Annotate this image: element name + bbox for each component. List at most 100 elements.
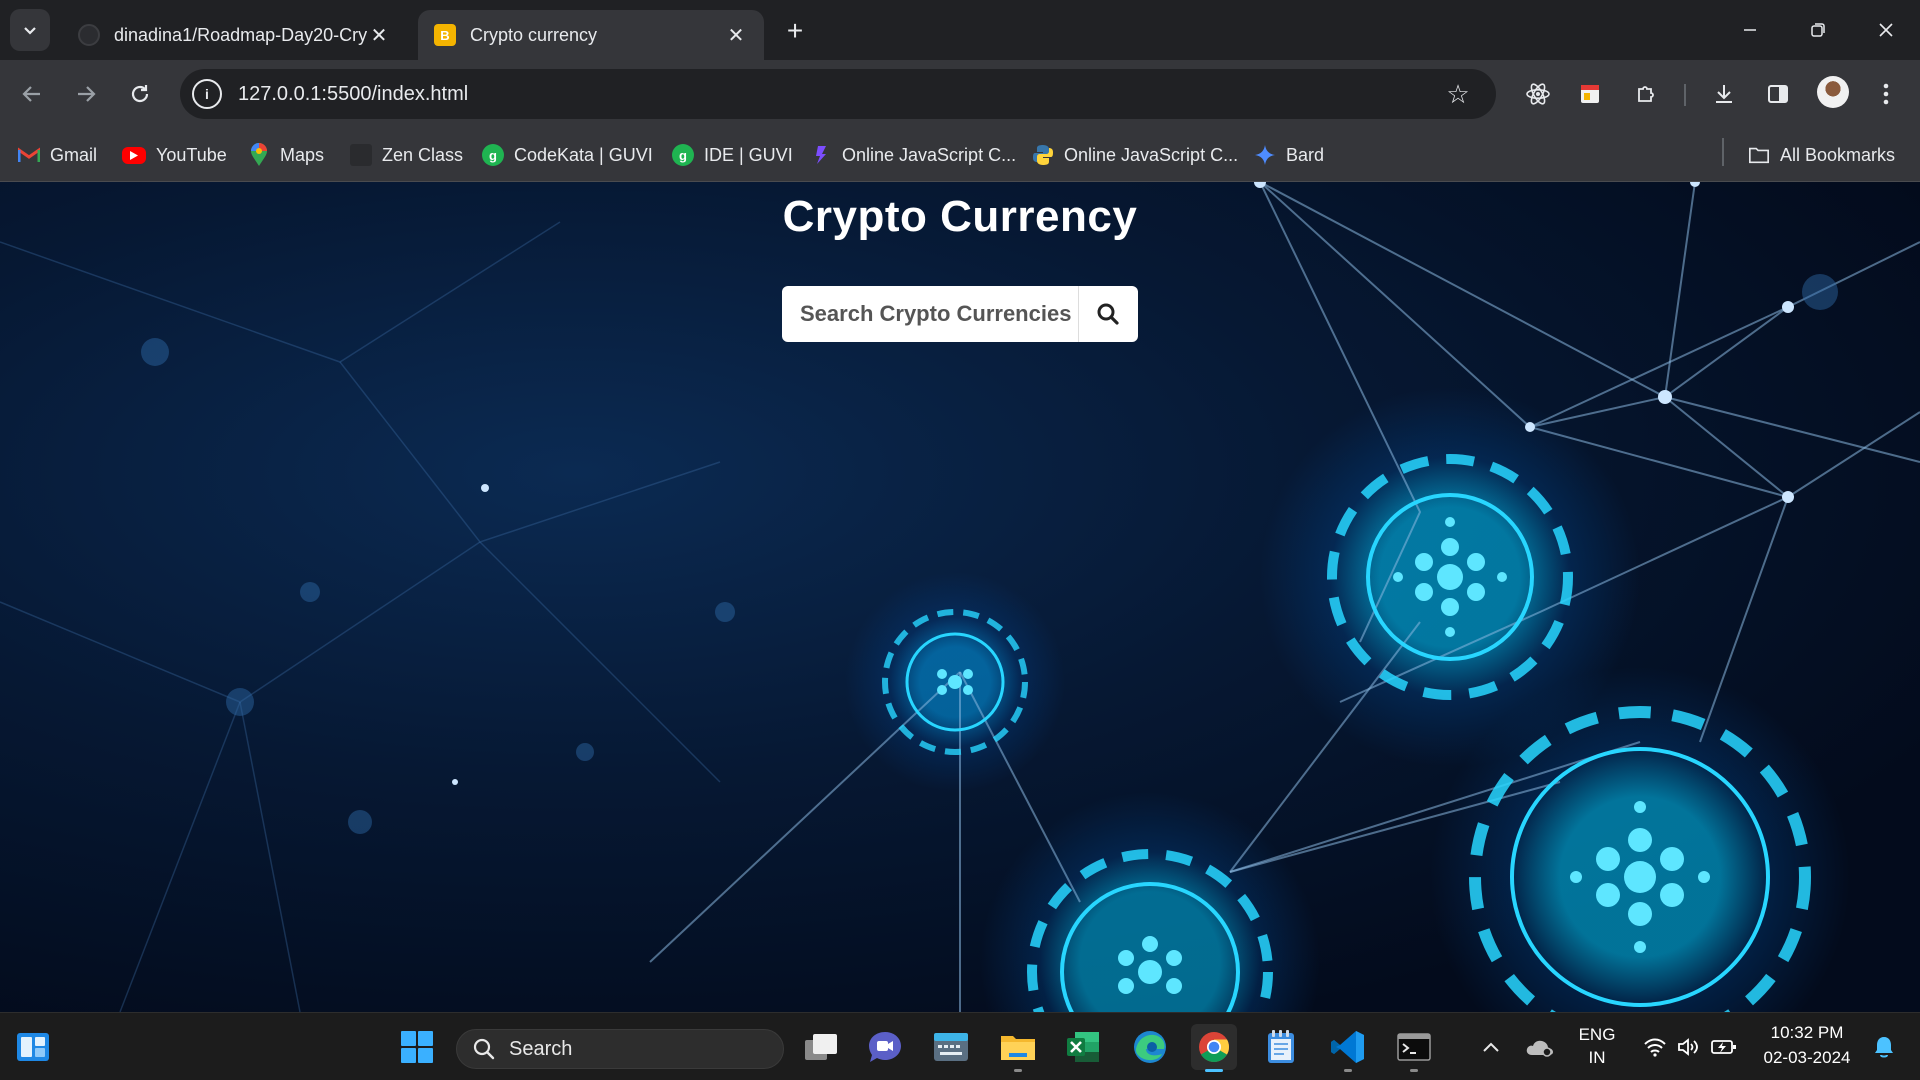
notepad-app[interactable] [1258, 1024, 1304, 1070]
bookmark-zen-class[interactable]: Zen Class [350, 141, 463, 169]
excel-app[interactable] [1060, 1024, 1106, 1070]
close-icon[interactable]: ✕ [724, 23, 748, 47]
bookmarks-divider [1722, 138, 1724, 166]
chevron-down-icon [24, 27, 36, 35]
task-view-icon [805, 1034, 837, 1060]
bookmarks-bar: Gmail YouTube Maps Zen Class g CodeKata … [0, 128, 1920, 182]
react-devtools-icon[interactable] [1518, 74, 1558, 114]
restore-button[interactable] [1784, 0, 1852, 60]
edge-icon [1134, 1031, 1166, 1063]
teams-chat-app[interactable] [862, 1024, 908, 1070]
running-indicator [1410, 1069, 1418, 1072]
minimize-icon [1744, 29, 1756, 31]
extension-icon[interactable] [1570, 74, 1610, 114]
chrome-app[interactable] [1191, 1024, 1237, 1072]
arrow-right-icon [78, 86, 96, 102]
widgets-button[interactable] [10, 1024, 56, 1070]
taskbar-search-box[interactable]: Search [456, 1029, 784, 1069]
terminal-icon [1397, 1033, 1431, 1061]
bookmark-label: Online JavaScript C... [1064, 144, 1239, 165]
bookmark-codekata-guvi[interactable]: g CodeKata | GUVI [482, 141, 653, 169]
onedrive-status-button[interactable] [1516, 1024, 1564, 1070]
widgets-icon [17, 1033, 49, 1061]
language-indicator[interactable]: ENG IN [1572, 1023, 1622, 1071]
close-icon[interactable]: ✕ [367, 23, 391, 47]
clock-time: 10:32 PM [1770, 1023, 1844, 1042]
guvi-icon: g [672, 144, 694, 166]
folder-icon [1748, 144, 1770, 166]
crypto-search-input[interactable] [782, 286, 1078, 342]
guvi-icon: g [482, 144, 504, 166]
teams-chat-icon [869, 1032, 901, 1062]
github-icon [78, 24, 100, 46]
search-icon [1097, 303, 1119, 325]
windows-taskbar: Search ENG IN 10:32 PM 02-03-2024 [0, 1012, 1920, 1080]
extensions-puzzle-icon[interactable] [1626, 74, 1666, 114]
language-code: ENG [1578, 1025, 1616, 1044]
close-window-button[interactable] [1852, 0, 1920, 60]
virtual-keyboard-app[interactable] [928, 1024, 974, 1070]
bookmark-label: Bard [1286, 144, 1325, 165]
bell-icon [1875, 1037, 1893, 1058]
windows-logo-icon [401, 1031, 433, 1063]
forward-button[interactable] [66, 74, 106, 114]
download-icon[interactable] [1704, 74, 1744, 114]
tab-search-button[interactable] [10, 9, 50, 51]
clock[interactable]: 10:32 PM 02-03-2024 [1752, 1021, 1862, 1073]
reload-icon [131, 85, 149, 103]
bookmark-gmail[interactable]: Gmail [18, 141, 97, 169]
bitcoin-icon: B [434, 24, 456, 46]
running-indicator [1344, 1069, 1352, 1072]
reload-button[interactable] [120, 74, 160, 114]
chrome-icon [1199, 1032, 1230, 1063]
bookmark-youtube[interactable]: YouTube [122, 141, 227, 169]
title-bar: dinadina1/Roadmap-Day20-Cry ✕ B Crypto c… [0, 0, 1920, 60]
keyboard-icon [934, 1033, 968, 1061]
bookmark-label: Online JavaScript C... [842, 144, 1017, 165]
task-view-button[interactable] [798, 1024, 844, 1070]
close-icon [1879, 23, 1893, 37]
bookmark-ide-guvi[interactable]: g IDE | GUVI [672, 141, 793, 169]
wifi-icon [1644, 1038, 1666, 1057]
tab-crypto-currency[interactable]: B Crypto currency ✕ [418, 10, 764, 60]
running-indicator [1205, 1069, 1223, 1072]
network-volume-battery[interactable] [1638, 1031, 1742, 1063]
notifications-button[interactable] [1862, 1024, 1906, 1070]
all-bookmarks-button[interactable]: All Bookmarks [1748, 141, 1895, 169]
url-text[interactable]: 127.0.0.1:5500/index.html [238, 83, 1438, 106]
bookmark-maps[interactable]: Maps [248, 141, 324, 169]
start-button[interactable] [394, 1024, 440, 1070]
file-explorer-app[interactable] [995, 1024, 1041, 1072]
address-bar[interactable]: i 127.0.0.1:5500/index.html ☆ [180, 69, 1496, 119]
terminal-app[interactable] [1391, 1024, 1437, 1072]
menu-kebab-icon[interactable] [1866, 74, 1906, 114]
bookmark-online-javascript-1[interactable]: Online JavaScript C... [810, 141, 1016, 169]
bookmark-star-icon[interactable]: ☆ [1438, 74, 1478, 114]
gmail-icon [18, 144, 40, 166]
side-panel-icon[interactable] [1758, 74, 1798, 114]
bookmark-online-javascript-2[interactable]: Online JavaScript C... [1032, 141, 1238, 169]
onedrive-icon [1526, 1040, 1553, 1057]
vscode-app[interactable] [1325, 1024, 1371, 1072]
vscode-icon [1331, 1031, 1364, 1063]
bookmark-label: Gmail [50, 144, 98, 165]
zen-class-icon [350, 144, 372, 166]
tab-label: Crypto currency [470, 24, 598, 45]
site-info-icon[interactable]: i [192, 79, 222, 109]
clock-date: 02-03-2024 [1763, 1048, 1851, 1067]
show-hidden-icons-button[interactable] [1467, 1024, 1515, 1070]
profile-avatar[interactable] [1817, 76, 1849, 108]
chevron-up-icon [1483, 1042, 1499, 1052]
volume-icon [1678, 1038, 1698, 1056]
new-tab-button[interactable]: + [778, 14, 812, 48]
taskbar-search-label: Search [509, 1037, 573, 1060]
python-icon [1032, 144, 1054, 166]
search-button[interactable] [1078, 286, 1136, 342]
edge-browser-app[interactable] [1127, 1024, 1173, 1070]
running-indicator [1014, 1069, 1022, 1072]
back-button[interactable] [12, 74, 52, 114]
minimize-button[interactable] [1716, 0, 1784, 60]
bookmark-bard[interactable]: Bard [1254, 141, 1324, 169]
bookmark-label: Maps [280, 144, 325, 165]
tab-github[interactable]: dinadina1/Roadmap-Day20-Cry ✕ [62, 10, 407, 60]
